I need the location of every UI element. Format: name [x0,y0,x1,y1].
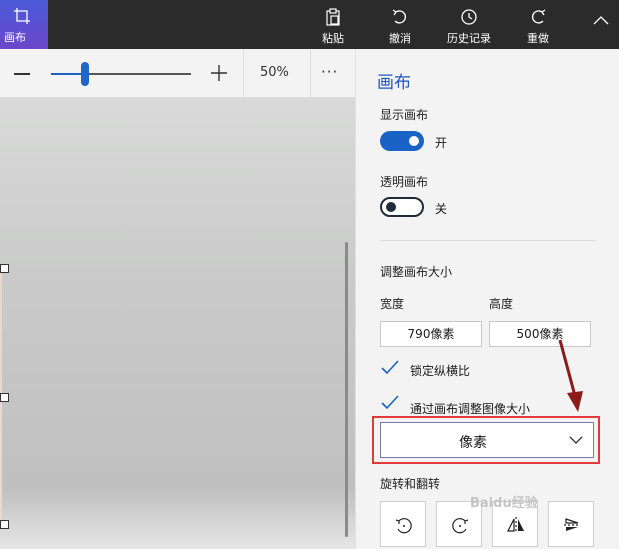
height-label: 高度 [489,297,514,311]
canvas-tab-label: 画布 [4,31,26,44]
history-icon [461,9,477,25]
show-canvas-label: 显示画布 [380,108,429,122]
undo-icon [392,9,407,24]
panel-title: 画布 [377,73,411,93]
paste-button[interactable]: 粘贴 [313,0,353,49]
more-options-button[interactable]: ··· [321,63,338,81]
zoom-in-button[interactable] [211,65,227,81]
resize-heading: 调整画布大小 [380,265,453,279]
rotate-right-icon [452,518,469,534]
redo-button[interactable]: 重做 [518,0,558,49]
show-canvas-toggle[interactable] [380,131,424,151]
highlight-box [372,416,600,464]
crop-canvas-icon [14,8,30,24]
resize-image-label: 通过画布调整图像大小 [410,402,531,416]
rotate-left-icon [395,518,412,534]
zoom-divider [243,49,244,97]
redo-label: 重做 [527,32,549,45]
vertical-scrollbar[interactable] [345,242,348,537]
lock-aspect-checkbox[interactable] [380,358,400,378]
resize-image-checkbox[interactable] [380,393,400,413]
history-button[interactable]: 历史记录 [441,0,497,49]
width-label: 宽度 [380,297,405,311]
zoom-bar: 50% ··· [0,49,355,98]
transparent-canvas-state: 关 [435,202,448,216]
resize-handle[interactable] [0,264,9,273]
transparent-canvas-label: 透明画布 [380,175,429,189]
history-label: 历史记录 [447,32,491,45]
top-toolbar: 画布 粘贴 撤消 历史记录 重做 [0,0,619,49]
section-divider [380,240,596,241]
zoom-slider-thumb[interactable] [80,62,89,86]
rotate-left-button[interactable] [380,501,426,547]
toggle-knob [409,136,419,146]
watermark: Baidu经验 [470,496,538,511]
flip-horizontal-icon [564,518,580,531]
chevron-up-icon[interactable] [593,12,609,28]
resize-handle[interactable] [0,393,9,402]
resize-handle[interactable] [0,520,9,529]
canvas-area[interactable] [0,97,355,549]
redo-icon [531,9,546,24]
zoom-divider [310,49,311,97]
paste-icon [326,8,340,26]
transparent-canvas-toggle[interactable] [380,197,424,217]
undo-label: 撤消 [389,32,411,45]
width-input[interactable]: 790像素 [380,321,482,347]
canvas-floor [0,489,355,549]
canvas-tab[interactable]: 画布 [0,0,48,49]
zoom-out-button[interactable] [14,73,30,75]
zoom-slider[interactable] [51,62,191,86]
lock-aspect-label: 锁定纵横比 [410,364,471,378]
zoom-slider-fill [51,73,85,75]
flip-horizontal-button[interactable] [548,501,594,547]
canvas-panel: 画布 显示画布 开 透明画布 关 调整画布大小 宽度 高度 790像素 500像… [355,49,619,549]
toggle-knob [386,202,396,212]
show-canvas-state: 开 [435,136,448,150]
paste-label: 粘贴 [322,32,344,45]
rotate-flip-heading: 旋转和翻转 [380,477,441,491]
flip-vertical-icon [507,517,524,533]
height-input[interactable]: 500像素 [489,321,591,347]
undo-button[interactable]: 撤消 [380,0,420,49]
zoom-percent[interactable]: 50% [260,65,289,80]
